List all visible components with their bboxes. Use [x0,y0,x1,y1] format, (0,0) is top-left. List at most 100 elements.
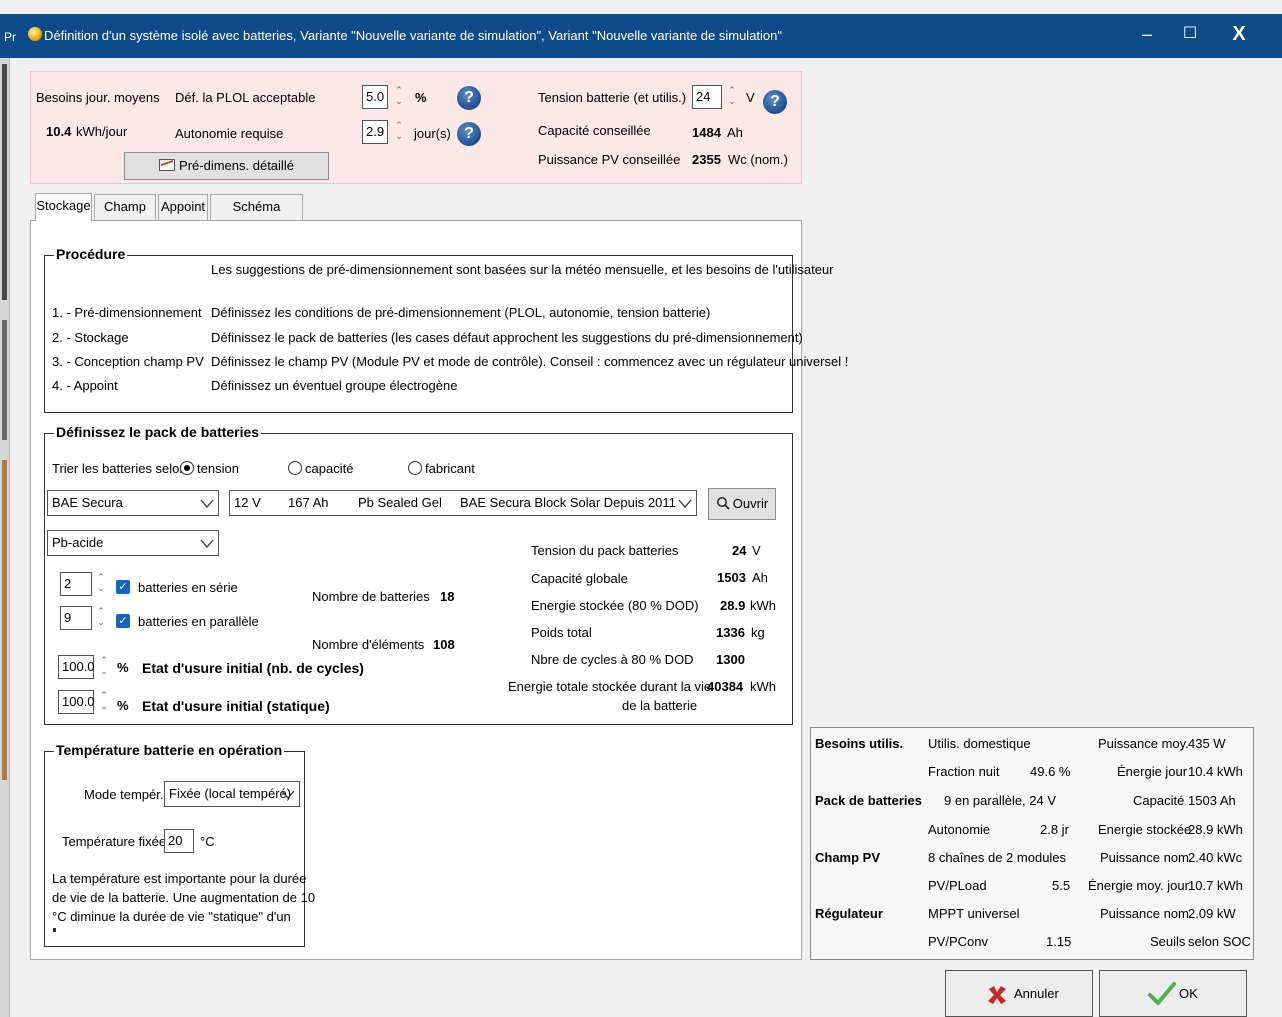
chevron-down-icon [281,790,295,799]
parallel-checkbox[interactable]: ✓ [116,614,130,628]
minimize-button[interactable]: – [1132,24,1162,44]
background-window-strip [2,460,7,780]
summary-value: 10.7 kWh [1188,878,1243,893]
clipped-text-fragment [53,928,56,932]
temp-note: °C diminue la durée de vie "statique" d'… [52,909,291,924]
window-title: Définition d'un système isolé avec batte… [44,28,783,43]
summary-label: Seuils [1150,934,1186,949]
voltage-spinner[interactable]: ⌃ ⌄ [726,85,738,109]
series-spinner[interactable]: ⌃ ⌄ [95,572,107,596]
sort-radio-capacity[interactable] [288,461,302,475]
capacity-unit: Ah [727,125,743,140]
autonomy-input[interactable]: 2.9 [362,120,388,144]
parallel-label: batteries en parallèle [138,614,259,629]
tab-appoint[interactable]: Appoint [158,194,208,220]
summary-value: 49.6 % [1030,764,1071,779]
chevron-down-icon [678,499,692,508]
summary-needs-type: Utilis. domestique [928,736,1031,751]
ok-button[interactable]: OK [1099,970,1247,1017]
autonomy-spinner[interactable]: ⌃ ⌄ [393,120,405,144]
sort-option-label: capacité [305,461,354,476]
summary-label: Autonomie [928,822,991,837]
parallel-spinner[interactable]: ⌃ ⌄ [95,606,107,630]
lifetime-label: Energie totale stockée durant la vie [508,679,712,694]
summary-label: Puissance nom. [1100,906,1193,921]
background-window-strip [2,320,7,440]
stat-unit: Ah [752,570,768,585]
wear-static-spinner[interactable]: ⌃ ⌄ [98,690,110,714]
voltage-label: Tension batterie (et utilis.) [538,90,687,105]
wear-static-unit: % [117,698,129,713]
voltage-input[interactable]: 24 [692,85,722,109]
plol-input[interactable]: 5.0 [362,85,388,109]
temp-fixed-input[interactable]: 20 [164,829,194,853]
cancel-button[interactable]: Annuler [945,970,1093,1017]
pv-power-label: Puissance PV conseillée [538,152,681,167]
summary-panel [810,727,1254,960]
sort-option-label: tension [197,461,239,476]
autonomy-unit: jour(s) [414,126,451,141]
tab-champ-pv[interactable]: Champ PV [94,194,156,238]
stat-label: Capacité globale [531,571,628,586]
plol-spinner[interactable]: ⌃ ⌄ [393,85,405,109]
summary-value: 1503 Ah [1188,793,1236,808]
wear-cycles-spinner[interactable]: ⌃ ⌄ [98,655,110,679]
wear-cycles-input[interactable]: 100.0 [58,655,95,679]
temp-fixed-unit: °C [200,834,215,849]
nb-batteries-value: 18 [440,589,455,604]
needs-unit: kWh/jour [76,124,128,139]
procedure-step-text: Définissez les conditions de pré-dimensi… [211,305,711,320]
lifetime-label: de la batterie [622,698,698,713]
battery-model-select[interactable]: 12 V 167 Ah Pb Sealed Gel BAE Secura Blo… [229,490,697,516]
open-battery-button[interactable]: Ouvrir [708,488,776,520]
stat-unit: V [752,543,761,558]
capacity-label: Capacité conseillée [538,123,651,138]
temperature-legend: Température batterie en opération [54,742,285,758]
maximize-button[interactable]: ☐ [1175,24,1205,44]
parallel-input[interactable]: 9 [60,606,92,630]
summary-pv-config: 8 chaînes de 2 modules [928,850,1067,865]
procedure-step-label: 2. - Stockage [52,330,129,345]
summary-needs-title: Besoins utilis. [815,736,904,751]
manufacturer-select[interactable]: BAE Secura [47,490,219,516]
summary-value: 2.40 kWc [1188,850,1243,865]
help-icon[interactable]: ? [763,90,787,114]
tab-schema-simplifie[interactable]: Schéma simplifié [210,194,303,238]
summary-value: 1.15 [1046,934,1072,949]
summary-value: 435 W [1188,736,1226,751]
technology-select[interactable]: Pb-acide [47,530,219,556]
sort-radio-manufacturer[interactable] [408,461,422,475]
chart-icon [159,159,176,171]
chevron-down-icon [200,499,214,508]
procedure-step-text: Définissez un éventuel groupe électrogèn… [211,378,458,393]
predim-detailed-button[interactable]: Pré-dimens. détaillé [124,152,329,180]
battery-pack-legend: Définissez le pack de batteries [54,424,262,440]
voltage-unit: V [746,90,755,105]
stat-label: Poids total [531,625,592,640]
wear-static-label: Etat d'usure initial (statique) [142,698,330,714]
wear-static-input[interactable]: 100.0 [58,690,95,714]
stat-label: Nbre de cycles à 80 % DOD [531,652,694,667]
nb-elements-value: 108 [433,637,455,652]
tab-stockage[interactable]: Stockage [35,193,92,221]
series-input[interactable]: 2 [60,572,92,596]
summary-value: 2.8 jr [1040,822,1069,837]
summary-label: Énergie moy. jour [1088,878,1189,893]
search-icon [716,497,730,510]
background-window-strip [2,64,7,300]
sort-radio-voltage[interactable] [180,461,194,475]
capacity-value: 1484 [692,125,721,140]
checkmark-icon [1148,982,1176,1005]
summary-pv-title: Champ PV [815,850,881,865]
sort-label: Trier les batteries selon [52,461,187,476]
wear-cycles-unit: % [117,660,129,675]
series-label: batteries en série [138,580,238,595]
help-icon[interactable]: ? [457,86,481,110]
summary-reg-type: MPPT universel [928,906,1020,921]
temp-note: de vie de la batterie. Une augmentation … [52,890,316,905]
help-icon[interactable]: ? [457,122,481,146]
temp-mode-select[interactable]: Fixée (local tempéré) [164,781,300,807]
nb-batteries-label: Nombre de batteries [312,589,430,604]
close-button[interactable]: X [1224,24,1254,44]
series-checkbox[interactable]: ✓ [116,580,130,594]
